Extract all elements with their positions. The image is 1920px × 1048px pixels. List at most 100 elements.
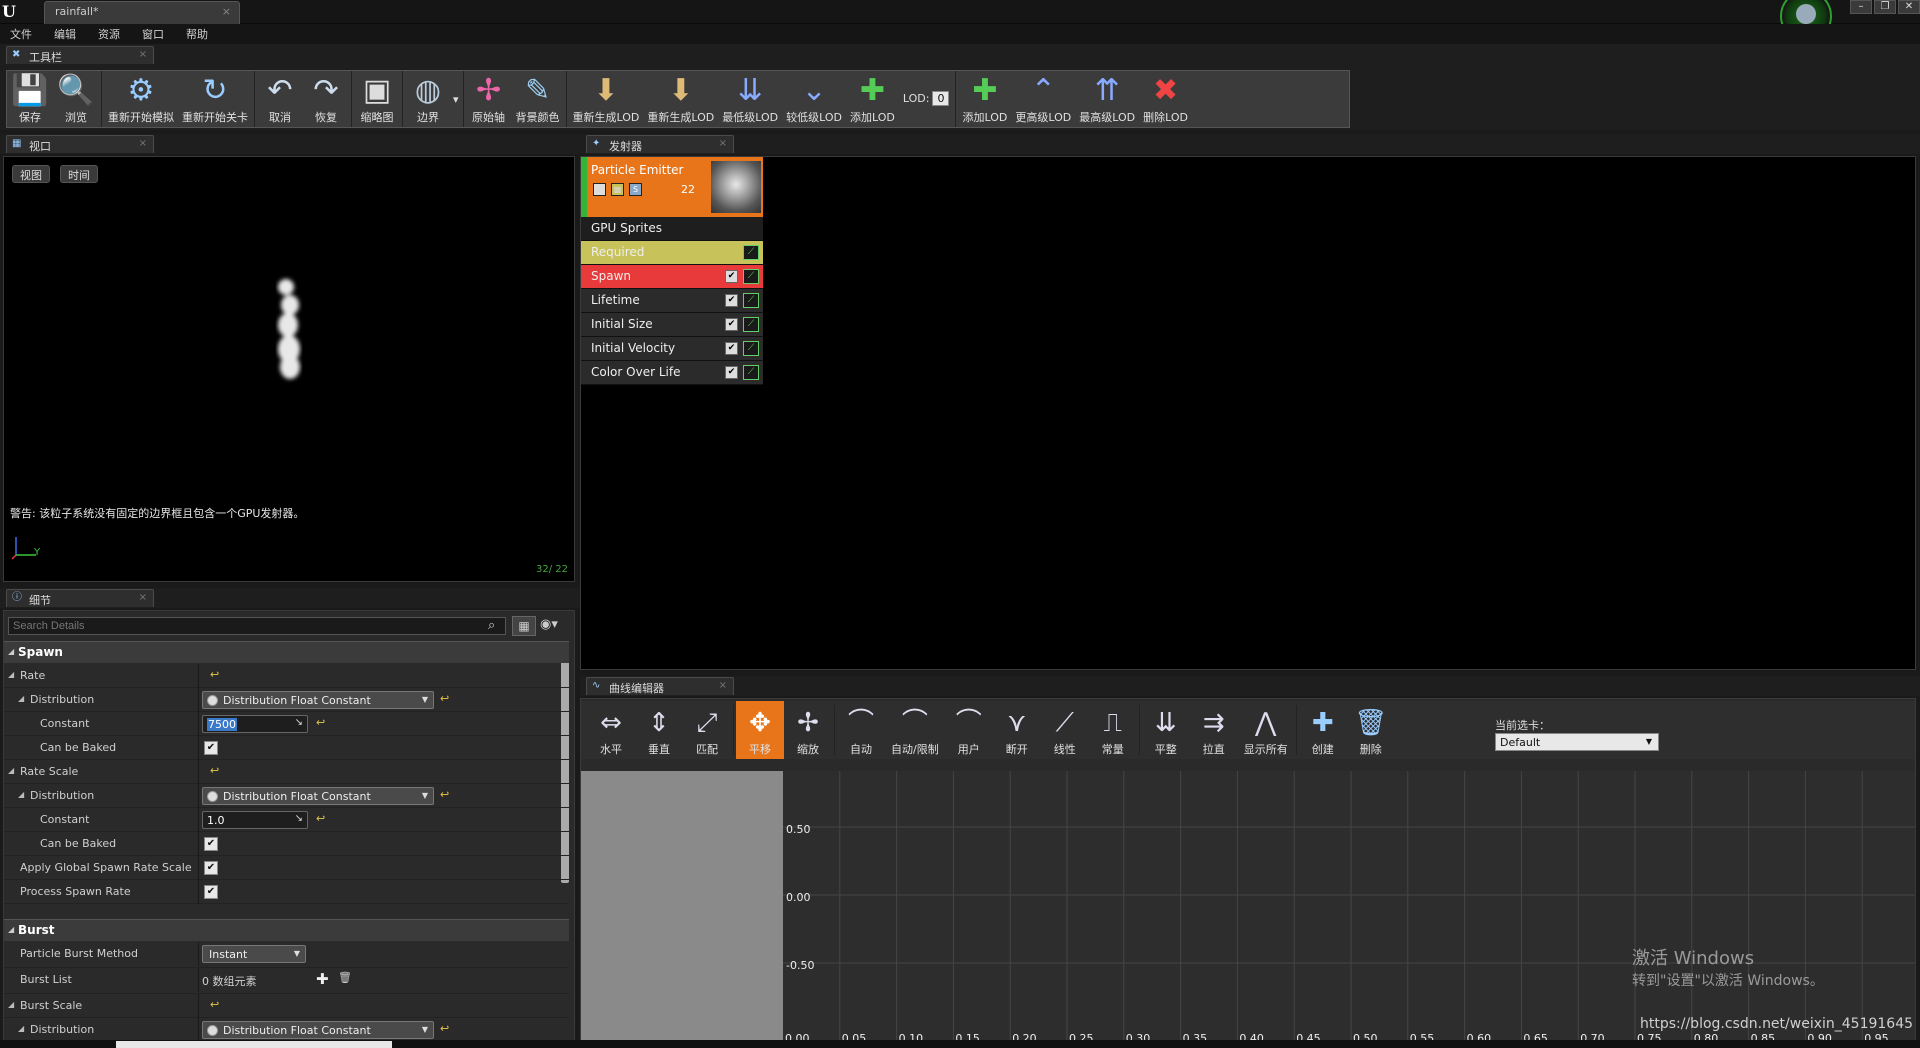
expand-icon[interactable]: ◢ (8, 1000, 14, 1009)
burst-method-combo[interactable]: Instant ▼ (202, 945, 306, 963)
curve-tool-8[interactable]: ⋎ 断开 (993, 701, 1041, 759)
toolbar-button-17[interactable]: ⇈ 最高级LOD (1075, 71, 1139, 127)
module-enable-checkbox[interactable]: ✔ (725, 294, 738, 307)
distribution-combo[interactable]: Distribution Float Constant ▼ (202, 787, 434, 805)
tab-details[interactable]: ⓘ 细节 × (6, 589, 154, 607)
distribution-combo[interactable]: Distribution Float Constant ▼ (202, 691, 434, 709)
section-spawn[interactable]: ◢ Spawn (4, 641, 569, 663)
add-element-icon[interactable]: ✚ (316, 970, 329, 988)
emitter-enable-icon[interactable]: ✔ (593, 183, 606, 196)
bounds-dropdown-icon[interactable]: ▾ (451, 71, 461, 127)
reset-icon[interactable]: ↩ (440, 788, 449, 801)
can-be-baked-checkbox[interactable]: ✔ (204, 741, 218, 755)
curve-tool-3[interactable]: ✥ 平移 (736, 701, 784, 759)
curve-tool-13[interactable]: ⋀ 显示所有 (1238, 701, 1294, 759)
emitter-card[interactable]: Particle Emitter ✔ ▩ S 22 (581, 157, 763, 217)
curve-tool-9[interactable]: ⟋ 线性 (1041, 701, 1089, 759)
toolbar-button-18[interactable]: ✖ 删除LOD (1139, 71, 1192, 127)
toolbar-button-7[interactable]: ◍ 边界 (405, 71, 451, 127)
tab-emitters[interactable]: ✦ 发射器 × (586, 135, 734, 153)
module-spawn[interactable]: Spawn ✔ ⟋ (581, 265, 763, 289)
menu-help[interactable]: 帮助 (186, 26, 208, 42)
view-options-icon[interactable]: ◉▾ (540, 617, 570, 635)
curve-toggle-icon[interactable]: ⟋ (743, 245, 759, 260)
collapse-icon[interactable]: ◢ (8, 925, 14, 934)
emitter-render-mode-icon[interactable]: ▩ (611, 183, 624, 196)
curve-toggle-icon[interactable]: ⟋ (743, 269, 759, 284)
module-enable-checkbox[interactable]: ✔ (725, 318, 738, 331)
rate-constant-field[interactable]: 7500 ↘ (202, 715, 308, 733)
menu-file[interactable]: 文件 (10, 26, 32, 42)
curve-tool-12[interactable]: ⇉ 拉直 (1190, 701, 1238, 759)
close-icon[interactable]: × (139, 49, 147, 60)
can-be-baked-checkbox[interactable]: ✔ (204, 837, 218, 851)
module-type-data[interactable]: GPU Sprites (581, 217, 763, 241)
emitters-panel[interactable]: Particle Emitter ✔ ▩ S 22 GPU Sprites Re… (580, 156, 1916, 670)
menu-window[interactable]: 窗口 (142, 26, 164, 42)
document-tab[interactable]: rainfall* × (44, 1, 240, 24)
toolbar-button-13[interactable]: ⌄ 较低级LOD (782, 71, 846, 127)
expand-icon[interactable]: ◢ (8, 766, 14, 775)
expand-icon[interactable]: ◢ (8, 670, 14, 679)
rate-scale-constant-field[interactable]: 1.0 ↘ (202, 811, 308, 829)
close-window-button[interactable]: ✕ (1898, 0, 1920, 14)
curve-tool-7[interactable]: ⌒ 用户 (945, 701, 993, 759)
section-burst[interactable]: ◢ Burst (4, 919, 569, 941)
toolbar-button-12[interactable]: ⇊ 最低级LOD (718, 71, 782, 127)
expand-icon[interactable]: ◢ (18, 694, 24, 703)
toolbar-button-4[interactable]: ↶ 取消 (257, 71, 303, 127)
tab-curve-editor[interactable]: ∿ 曲线编辑器 × (586, 677, 734, 695)
curve-tool-10[interactable]: ⎍ 常量 (1089, 701, 1137, 759)
close-icon[interactable]: × (719, 680, 727, 691)
curve-tool-2[interactable]: ⤢ 匹配 (683, 701, 731, 759)
toolbar-button-5[interactable]: ↷ 恢复 (303, 71, 349, 127)
module-enable-checkbox[interactable]: ✔ (725, 342, 738, 355)
toolbar-button-6[interactable]: ▣ 缩略图 (354, 71, 400, 127)
close-icon[interactable]: × (139, 592, 147, 603)
process-spawn-checkbox[interactable]: ✔ (204, 885, 218, 899)
expand-icon[interactable]: ◢ (18, 1024, 24, 1033)
toolbar-button-10[interactable]: ⬇ 重新生成LOD (569, 71, 644, 127)
module-enable-checkbox[interactable]: ✔ (725, 270, 738, 283)
curve-toggle-icon[interactable]: ⟋ (743, 317, 759, 332)
curve-tool-15[interactable]: 🗑 删除 (1347, 701, 1395, 759)
emitter-solo-icon[interactable]: S (629, 183, 642, 196)
toolbar-button-0[interactable]: 💾 保存 (7, 71, 53, 127)
close-icon[interactable]: × (719, 138, 727, 149)
menu-edit[interactable]: 编辑 (54, 26, 76, 42)
toolbar-button-16[interactable]: ⌃ 更高级LOD (1011, 71, 1075, 127)
maximize-button[interactable]: ❐ (1874, 0, 1896, 14)
curve-list[interactable] (581, 771, 783, 1047)
tab-viewport[interactable]: ▦ 视口 × (6, 135, 154, 153)
curve-graph[interactable]: 0.00 0.05 0.10 0.15 0.20 0.25 0.30 0.35 0.40 0.45… (783, 771, 1915, 1047)
trash-icon[interactable]: 🗑 (338, 971, 352, 984)
module-color-over-life[interactable]: Color Over Life ✔ ⟋ (581, 361, 763, 385)
expand-icon[interactable]: ◢ (18, 790, 24, 799)
curve-tool-14[interactable]: ✚ 创建 (1299, 701, 1347, 759)
close-icon[interactable]: × (139, 138, 147, 149)
module-enable-checkbox[interactable]: ✔ (725, 366, 738, 379)
reset-icon[interactable]: ↩ (210, 668, 219, 681)
collapse-icon[interactable]: ◢ (8, 647, 14, 656)
tab-toolbar[interactable]: ✖ 工具栏 × (6, 46, 154, 64)
module-initial-velocity[interactable]: Initial Velocity ✔ ⟋ (581, 337, 763, 361)
module-required[interactable]: Required ⟋ (581, 241, 763, 265)
taskbar-search[interactable] (116, 1041, 392, 1048)
reset-icon[interactable]: ↩ (210, 764, 219, 777)
module-lifetime[interactable]: Lifetime ✔ ⟋ (581, 289, 763, 313)
reset-icon[interactable]: ↩ (210, 998, 219, 1011)
module-initial-size[interactable]: Initial Size ✔ ⟋ (581, 313, 763, 337)
time-button[interactable]: 时间 (60, 165, 98, 183)
close-icon[interactable]: × (222, 5, 231, 18)
curve-tool-0[interactable]: ⇔ 水平 (587, 701, 635, 759)
menu-asset[interactable]: 资源 (98, 26, 120, 42)
toolbar-button-2[interactable]: ⚙ 重新开始模拟 (104, 71, 178, 127)
distribution-combo[interactable]: Distribution Float Constant ▼ (202, 1021, 434, 1039)
view-button[interactable]: 视图 (12, 165, 50, 183)
minimize-button[interactable]: – (1850, 0, 1872, 14)
toolbar-button-15[interactable]: ✚ 添加LOD (958, 71, 1011, 127)
toolbar-button-1[interactable]: 🔍 浏览 (53, 71, 99, 127)
toolbar-button-3[interactable]: ↻ 重新开始关卡 (178, 71, 252, 127)
lod-value-field[interactable]: 0 (932, 90, 950, 106)
current-tab-select[interactable]: Default ▼ (1495, 733, 1659, 751)
